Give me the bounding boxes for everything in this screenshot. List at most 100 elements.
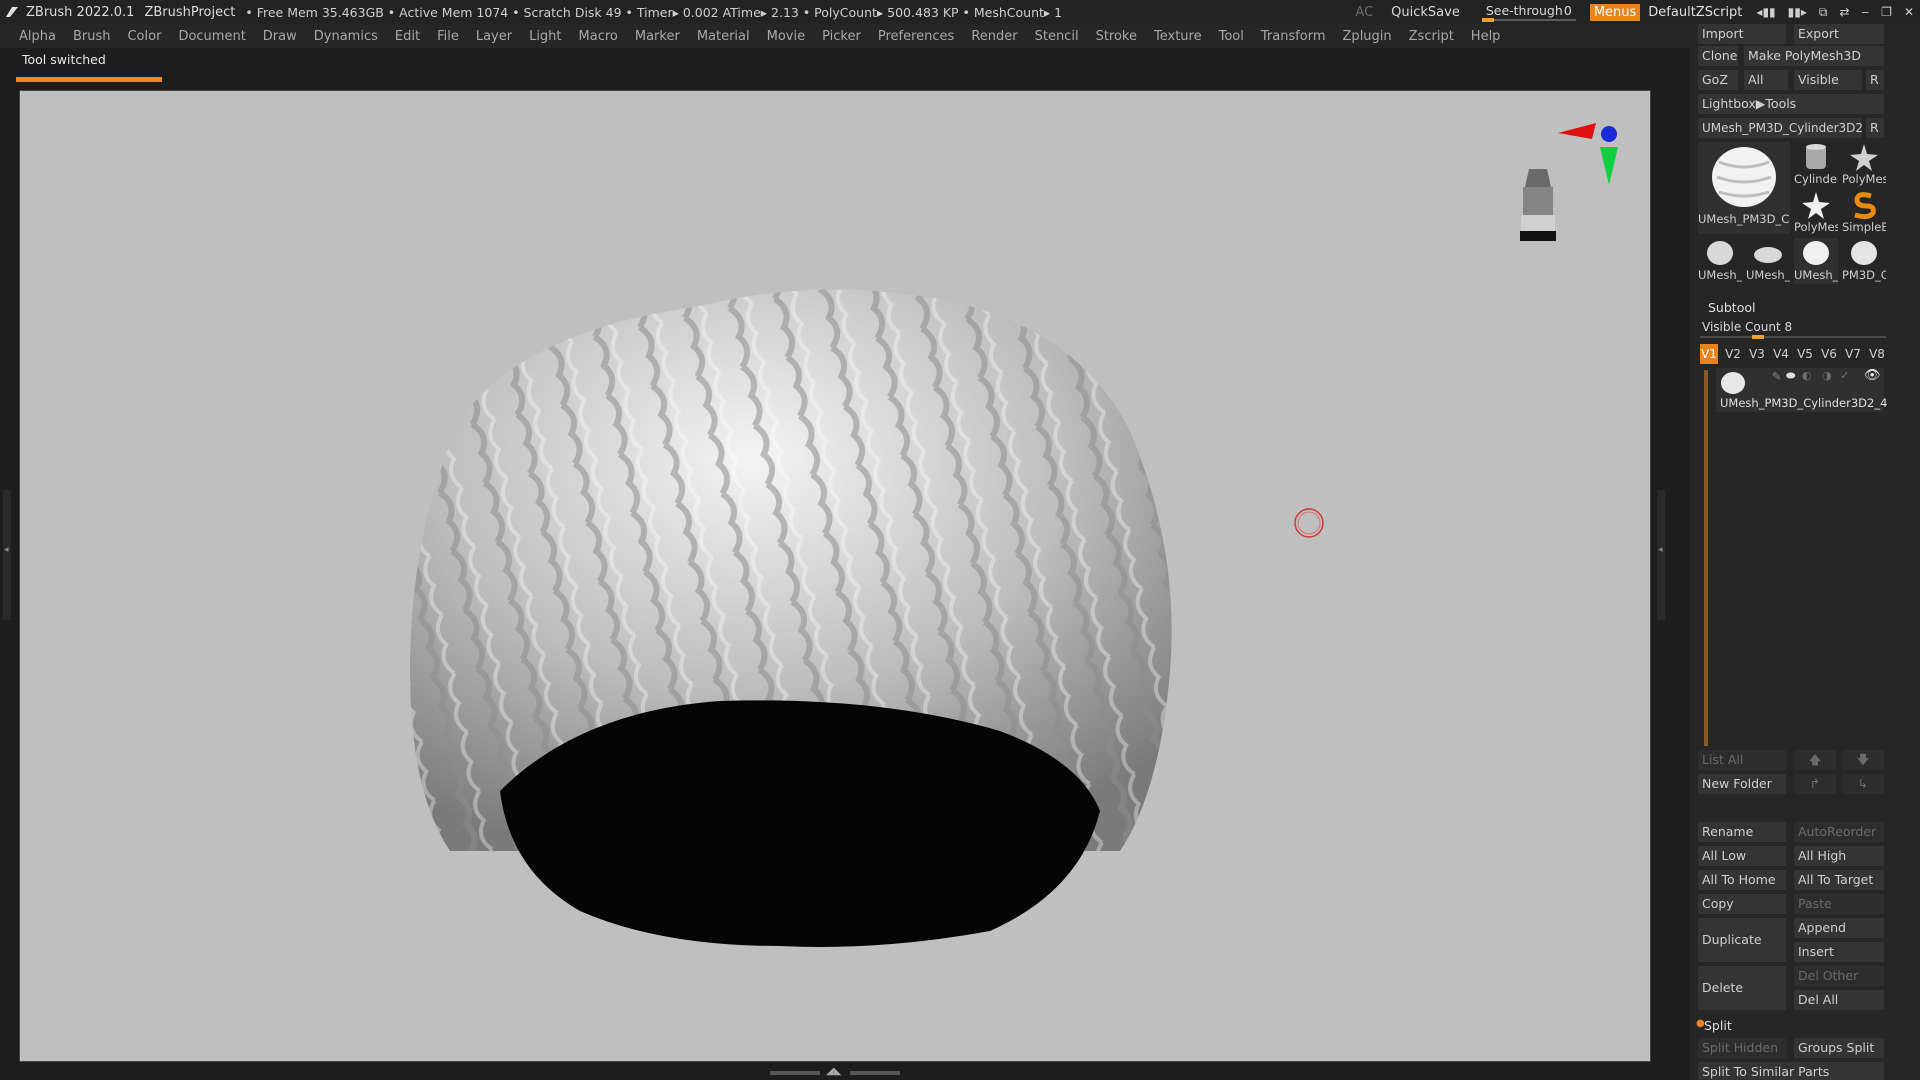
move-out-folder-icon[interactable]: ↳ bbox=[1842, 774, 1884, 794]
del-other-button[interactable]: Del Other bbox=[1794, 966, 1884, 986]
export-button[interactable]: Export bbox=[1794, 24, 1884, 44]
menu-brush[interactable]: Brush bbox=[73, 29, 111, 44]
subtool-visibility-eye-icon[interactable]: 👁 bbox=[1864, 368, 1881, 383]
split-to-similar-parts-button[interactable]: Split To Similar Parts bbox=[1698, 1062, 1884, 1080]
menu-preferences[interactable]: Preferences bbox=[878, 29, 954, 44]
subtool-v3-tab[interactable]: V3 bbox=[1748, 344, 1766, 364]
menu-texture[interactable]: Texture bbox=[1154, 29, 1202, 44]
tool-thumb-pm3d[interactable]: PM3D_C bbox=[1842, 238, 1886, 284]
bottom-tray-toggle[interactable]: ◢◣ bbox=[770, 1066, 900, 1077]
all-low-button[interactable]: All Low bbox=[1698, 846, 1786, 866]
subtool-v5-tab[interactable]: V5 bbox=[1796, 344, 1814, 364]
subtool-header[interactable]: Subtool bbox=[1708, 300, 1755, 315]
tool-thumb-simplebrush[interactable]: SimpleB bbox=[1842, 190, 1886, 236]
rename-button[interactable]: Rename bbox=[1698, 822, 1786, 842]
restore-icon[interactable]: ❐ bbox=[1881, 5, 1892, 19]
subtool-list-item[interactable]: ✎ ⬬ ◐ ◑ ✓ 👁 UMesh_PM3D_Cylinder3D2_4 bbox=[1716, 368, 1887, 412]
subtool-toggle-icon[interactable]: ⬬ bbox=[1786, 369, 1795, 383]
tool-thumb-umesh-3[interactable]: UMesh_ bbox=[1794, 238, 1838, 284]
layout-right-icon[interactable]: ▮▮▸ bbox=[1788, 5, 1807, 19]
menu-macro[interactable]: Macro bbox=[579, 29, 618, 44]
menu-layer[interactable]: Layer bbox=[476, 29, 512, 44]
visible-count-knob[interactable] bbox=[1752, 335, 1764, 339]
move-into-folder-icon[interactable]: ↱ bbox=[1794, 774, 1836, 794]
append-button[interactable]: Append bbox=[1794, 918, 1884, 938]
seethrough-knob[interactable] bbox=[1481, 18, 1494, 22]
menu-zplugin[interactable]: Zplugin bbox=[1343, 29, 1392, 44]
move-up-icon[interactable]: 🡅 bbox=[1794, 750, 1836, 770]
menu-stencil[interactable]: Stencil bbox=[1035, 29, 1079, 44]
subtool-v1-tab[interactable]: V1 bbox=[1700, 344, 1718, 364]
tool-thumb-umesh-1[interactable]: UMesh_ bbox=[1698, 238, 1742, 284]
all-to-target-button[interactable]: All To Target bbox=[1794, 870, 1884, 890]
menu-material[interactable]: Material bbox=[697, 29, 750, 44]
autoreorder-button[interactable]: AutoReorder bbox=[1794, 822, 1884, 842]
tool-thumb-polymesh-star-2[interactable]: PolyMes bbox=[1794, 190, 1838, 236]
list-all-button[interactable]: List All bbox=[1698, 750, 1786, 770]
all-to-home-button[interactable]: All To Home bbox=[1698, 870, 1786, 890]
split-hidden-button[interactable]: Split Hidden bbox=[1698, 1038, 1786, 1058]
split-section-header[interactable]: Split bbox=[1704, 1018, 1732, 1033]
navigation-gizmo-icon[interactable] bbox=[1520, 169, 1556, 241]
right-tray-toggle[interactable]: ◂ bbox=[1657, 490, 1665, 620]
menu-transform[interactable]: Transform bbox=[1261, 29, 1326, 44]
insert-button[interactable]: Insert bbox=[1794, 942, 1884, 962]
subtool-folder-icon[interactable]: ◑ bbox=[1822, 369, 1832, 382]
menus-toggle[interactable]: Menus bbox=[1589, 3, 1641, 21]
duplicate-button[interactable]: Duplicate bbox=[1698, 918, 1786, 962]
move-down-icon[interactable]: 🡇 bbox=[1842, 750, 1884, 770]
menu-tool[interactable]: Tool bbox=[1219, 29, 1244, 44]
menu-edit[interactable]: Edit bbox=[395, 29, 420, 44]
tool-thumb-cylinder[interactable]: Cylinder bbox=[1794, 142, 1838, 188]
new-folder-button[interactable]: New Folder bbox=[1698, 774, 1786, 794]
close-icon[interactable]: ✕ bbox=[1904, 5, 1914, 19]
paste-button[interactable]: Paste bbox=[1794, 894, 1884, 914]
import-button[interactable]: Import bbox=[1698, 24, 1786, 44]
menu-zscript[interactable]: Zscript bbox=[1409, 29, 1454, 44]
make-polymesh3d-button[interactable]: Make PolyMesh3D bbox=[1744, 46, 1884, 66]
clone-button[interactable]: Clone bbox=[1698, 46, 1738, 66]
visible-count-slider[interactable]: Visible Count 8 bbox=[1702, 320, 1792, 334]
menu-marker[interactable]: Marker bbox=[635, 29, 680, 44]
seethrough-slider[interactable]: See-through 0 bbox=[1481, 2, 1576, 22]
subtool-v4-tab[interactable]: V4 bbox=[1772, 344, 1790, 364]
goz-r-button[interactable]: R bbox=[1866, 70, 1884, 90]
subtool-lock-icon[interactable]: ✓ bbox=[1840, 369, 1849, 382]
menu-color[interactable]: Color bbox=[127, 29, 161, 44]
delete-button[interactable]: Delete bbox=[1698, 966, 1786, 1010]
layout-left-icon[interactable]: ◂▮▮ bbox=[1756, 5, 1775, 19]
tool-thumb-polymesh-star[interactable]: PolyMes bbox=[1842, 142, 1886, 188]
goz-button[interactable]: GoZ bbox=[1698, 70, 1738, 90]
script-icon[interactable]: ⇄ bbox=[1839, 5, 1849, 19]
goz-all-button[interactable]: All bbox=[1744, 70, 1788, 90]
quicksave-button[interactable]: QuickSave bbox=[1391, 5, 1460, 20]
subtool-v6-tab[interactable]: V6 bbox=[1820, 344, 1838, 364]
menu-help[interactable]: Help bbox=[1471, 29, 1501, 44]
axis-gizmo-icon[interactable] bbox=[1558, 123, 1618, 185]
subtool-v7-tab[interactable]: V7 bbox=[1844, 344, 1862, 364]
subtool-brush-icon[interactable]: ✎ bbox=[1772, 370, 1781, 383]
subtool-polypaint-icon[interactable]: ◐ bbox=[1802, 369, 1812, 382]
subtool-v8-tab[interactable]: V8 bbox=[1868, 344, 1886, 364]
document-canvas[interactable] bbox=[19, 90, 1651, 1062]
menu-picker[interactable]: Picker bbox=[822, 29, 861, 44]
subtool-v2-tab[interactable]: V2 bbox=[1724, 344, 1742, 364]
lightbox-tools-button[interactable]: Lightbox▶Tools bbox=[1698, 94, 1884, 114]
tool-thumb-umesh-2[interactable]: UMesh_ bbox=[1746, 238, 1790, 284]
all-high-button[interactable]: All High bbox=[1794, 846, 1884, 866]
ac-button[interactable]: AC bbox=[1355, 5, 1373, 20]
groups-split-button[interactable]: Groups Split bbox=[1794, 1038, 1884, 1058]
menu-alpha[interactable]: Alpha bbox=[19, 29, 56, 44]
goz-visible-button[interactable]: Visible bbox=[1794, 70, 1862, 90]
minimize-icon[interactable]: ‒ bbox=[1862, 5, 1870, 19]
tool-thumb-umesh-main[interactable]: UMesh_PM3D_C bbox=[1698, 142, 1790, 234]
menu-file[interactable]: File bbox=[437, 29, 459, 44]
del-all-button[interactable]: Del All bbox=[1794, 990, 1884, 1010]
copy-button[interactable]: Copy bbox=[1698, 894, 1786, 914]
left-tray-toggle[interactable]: ◂ bbox=[3, 490, 11, 620]
menu-document[interactable]: Document bbox=[178, 29, 245, 44]
current-tool-r-button[interactable]: R bbox=[1866, 118, 1884, 138]
menu-stroke[interactable]: Stroke bbox=[1096, 29, 1137, 44]
menu-render[interactable]: Render bbox=[971, 29, 1017, 44]
menu-draw[interactable]: Draw bbox=[263, 29, 297, 44]
